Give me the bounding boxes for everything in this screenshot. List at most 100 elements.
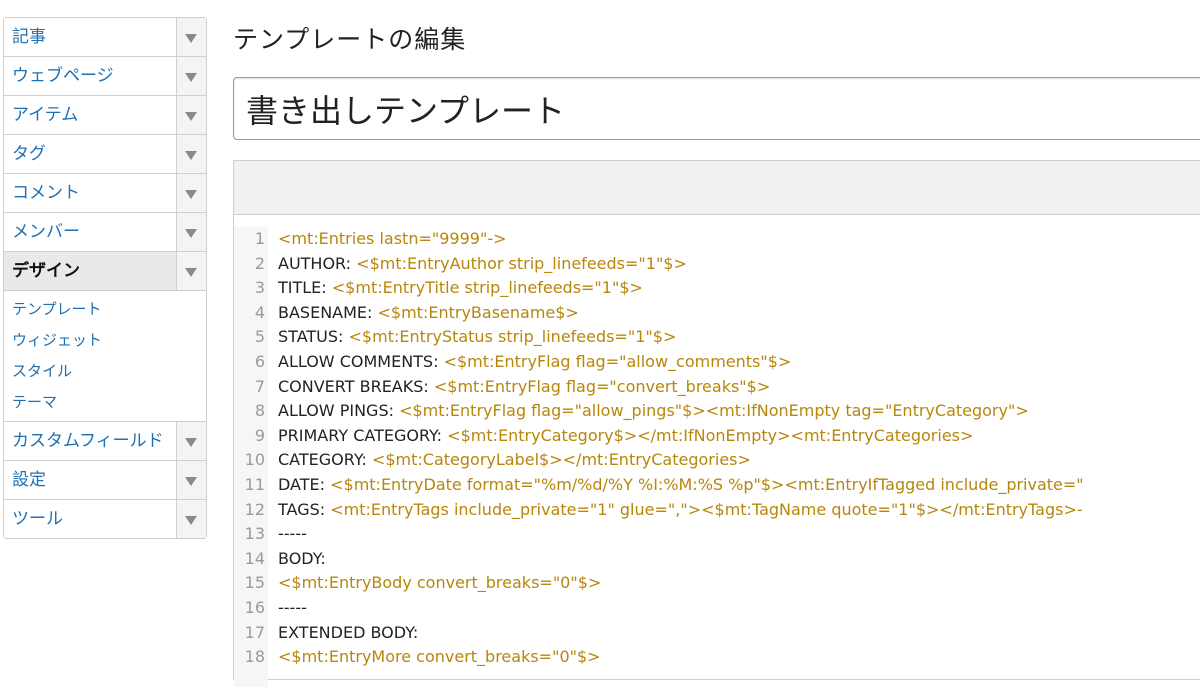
triangle-down-icon (185, 34, 197, 43)
code-text: STATUS: (278, 327, 349, 347)
submenu-item-widgets[interactable]: ウィジェット (4, 325, 206, 356)
triangle-down-icon (185, 229, 197, 238)
expand-toggle[interactable] (176, 461, 206, 499)
code-text: TAGS: (278, 499, 331, 519)
code-text: TITLE: (278, 278, 332, 298)
code-line[interactable]: 15 <$mt:EntryBody convert_breaks="0"$> (234, 571, 1200, 596)
code-line[interactable]: 11 DATE: <$mt:EntryDate format="%m/%d/%Y … (234, 473, 1200, 498)
sidebar-item-custom-fields[interactable]: カスタムフィールド (4, 422, 206, 461)
line-number: 13 (244, 524, 265, 544)
sidebar-item-tools[interactable]: ツール (4, 500, 206, 538)
line-number: 1 (254, 229, 265, 248)
line-number: 2 (254, 253, 265, 273)
sidebar-item-label: ウェブページ (12, 66, 114, 86)
code-line[interactable]: 13 ----- (234, 522, 1200, 547)
line-number: 11 (244, 474, 265, 494)
submenu-item-themes[interactable]: テーマ (4, 387, 206, 418)
code-line[interactable]: 8 ALLOW PINGS: <$mt:EntryFlag flag="allow… (234, 399, 1200, 424)
line-number: 6 (254, 351, 265, 371)
sidebar-item-entries[interactable]: 記事 (4, 18, 206, 57)
sidebar-item-assets[interactable]: アイテム (4, 96, 206, 135)
code-line[interactable]: 16 ----- (234, 596, 1200, 621)
triangle-down-icon (185, 477, 197, 486)
triangle-down-icon (185, 73, 197, 82)
sidebar-item-label: 設定 (12, 470, 46, 490)
code-template-tag: <mt:Entries lastn="9999"-> (278, 229, 507, 248)
template-name-input[interactable] (233, 77, 1200, 140)
submenu-item-templates[interactable]: テンプレート (4, 294, 206, 325)
submenu-item-styles[interactable]: スタイル (4, 356, 206, 387)
expand-toggle[interactable] (176, 135, 206, 173)
sidebar-item-design[interactable]: デザイン (4, 252, 206, 291)
code-line[interactable]: 12 TAGS: <mt:EntryTags include_private="1… (234, 498, 1200, 523)
code-text: ALLOW COMMENTS: (278, 351, 444, 371)
triangle-down-icon (185, 516, 197, 525)
code-text: ALLOW PINGS: (278, 401, 400, 421)
code-line[interactable]: 2 AUTHOR: <$mt:EntryAuthor strip_linefeed… (234, 252, 1200, 277)
sidebar-item-label: 記事 (12, 27, 46, 47)
sidebar-item-label: メンバー (12, 222, 80, 242)
code-line[interactable]: 7 CONVERT BREAKS: <$mt:EntryFlag flag="co… (234, 375, 1200, 400)
code-line[interactable]: 18 <$mt:EntryMore convert_breaks="0"$> (234, 645, 1200, 670)
code-lines[interactable]: 1 <mt:Entries lastn="9999"-> 2 AUTHOR: <$mt… (234, 227, 1200, 670)
code-text: CATEGORY: (278, 450, 372, 470)
sidebar-item-webpages[interactable]: ウェブページ (4, 57, 206, 96)
code-line[interactable]: 10 CATEGORY: <$mt:CategoryLabel$></mt:Ent… (234, 448, 1200, 473)
sidebar-item-label: デザイン (12, 261, 80, 281)
code-line[interactable]: 9 PRIMARY CATEGORY: <$mt:EntryCategory$><… (234, 424, 1200, 449)
code-text: EXTENDED BODY: (278, 622, 419, 642)
line-number: 17 (244, 622, 265, 642)
line-number: 10 (244, 450, 265, 470)
line-number: 12 (244, 499, 265, 519)
expand-toggle[interactable] (176, 252, 206, 290)
code-line[interactable]: 4 BASENAME: <$mt:EntryBasename$> (234, 301, 1200, 326)
code-text: DATE: (278, 474, 331, 494)
code-line[interactable]: 17 EXTENDED BODY: (234, 621, 1200, 646)
sidebar-item-members[interactable]: メンバー (4, 213, 206, 252)
triangle-down-icon (185, 268, 197, 277)
sidebar-item-tags[interactable]: タグ (4, 135, 206, 174)
code-text: CONVERT BREAKS: (278, 376, 434, 396)
code-text: ----- (278, 524, 307, 544)
code-line[interactable]: 14 BODY: (234, 547, 1200, 572)
line-number: 14 (244, 548, 265, 568)
sidebar-item-label: ツール (12, 509, 63, 529)
page-title: テンプレートの編集 (233, 25, 467, 54)
code-text: AUTHOR: (278, 253, 357, 273)
sidebar-item-settings[interactable]: 設定 (4, 461, 206, 500)
code-text: BODY: (278, 548, 326, 568)
triangle-down-icon (185, 112, 197, 121)
expand-toggle[interactable] (176, 96, 206, 134)
code-template-tag: <$mt:EntryCategory$></mt:IfNonEmpty><mt:… (447, 425, 974, 445)
line-number: 8 (254, 401, 265, 421)
code-line[interactable]: 6 ALLOW COMMENTS: <$mt:EntryFlag flag="al… (234, 350, 1200, 375)
code-line[interactable]: 3 TITLE: <$mt:EntryTitle strip_linefeeds=… (234, 276, 1200, 301)
line-number: 9 (254, 425, 265, 445)
code-editor[interactable]: 1 <mt:Entries lastn="9999"-> 2 AUTHOR: <$mt… (233, 160, 1200, 687)
expand-toggle[interactable] (176, 500, 206, 538)
triangle-down-icon (185, 190, 197, 199)
code-template-tag: <mt:EntryTags include_private="1" glue="… (330, 499, 1083, 519)
design-submenu: テンプレート ウィジェット スタイル テーマ (4, 291, 206, 422)
expand-toggle[interactable] (176, 174, 206, 212)
sidebar-item-label: タグ (12, 144, 46, 164)
editor-body[interactable]: 1 <mt:Entries lastn="9999"-> 2 AUTHOR: <$mt… (234, 215, 1200, 687)
expand-toggle[interactable] (176, 213, 206, 251)
sidebar-item-comments[interactable]: コメント (4, 174, 206, 213)
line-number: 18 (244, 647, 265, 667)
code-template-tag: <$mt:EntryStatus strip_linefeeds="1"$> (348, 327, 677, 347)
code-text: BASENAME: (278, 302, 378, 322)
expand-toggle[interactable] (176, 422, 206, 460)
code-line[interactable]: 1 <mt:Entries lastn="9999"-> (234, 227, 1200, 252)
editor-toolbar (234, 161, 1200, 215)
code-line[interactable]: 5 STATUS: <$mt:EntryStatus strip_linefeed… (234, 325, 1200, 350)
expand-toggle[interactable] (176, 57, 206, 95)
expand-toggle[interactable] (176, 18, 206, 56)
triangle-down-icon (185, 438, 197, 447)
line-number: 3 (254, 278, 265, 298)
code-template-tag: <$mt:EntryTitle strip_linefeeds="1"$> (331, 278, 643, 298)
line-number: 5 (254, 327, 265, 347)
code-template-tag: <$mt:EntryBasename$> (377, 302, 579, 322)
